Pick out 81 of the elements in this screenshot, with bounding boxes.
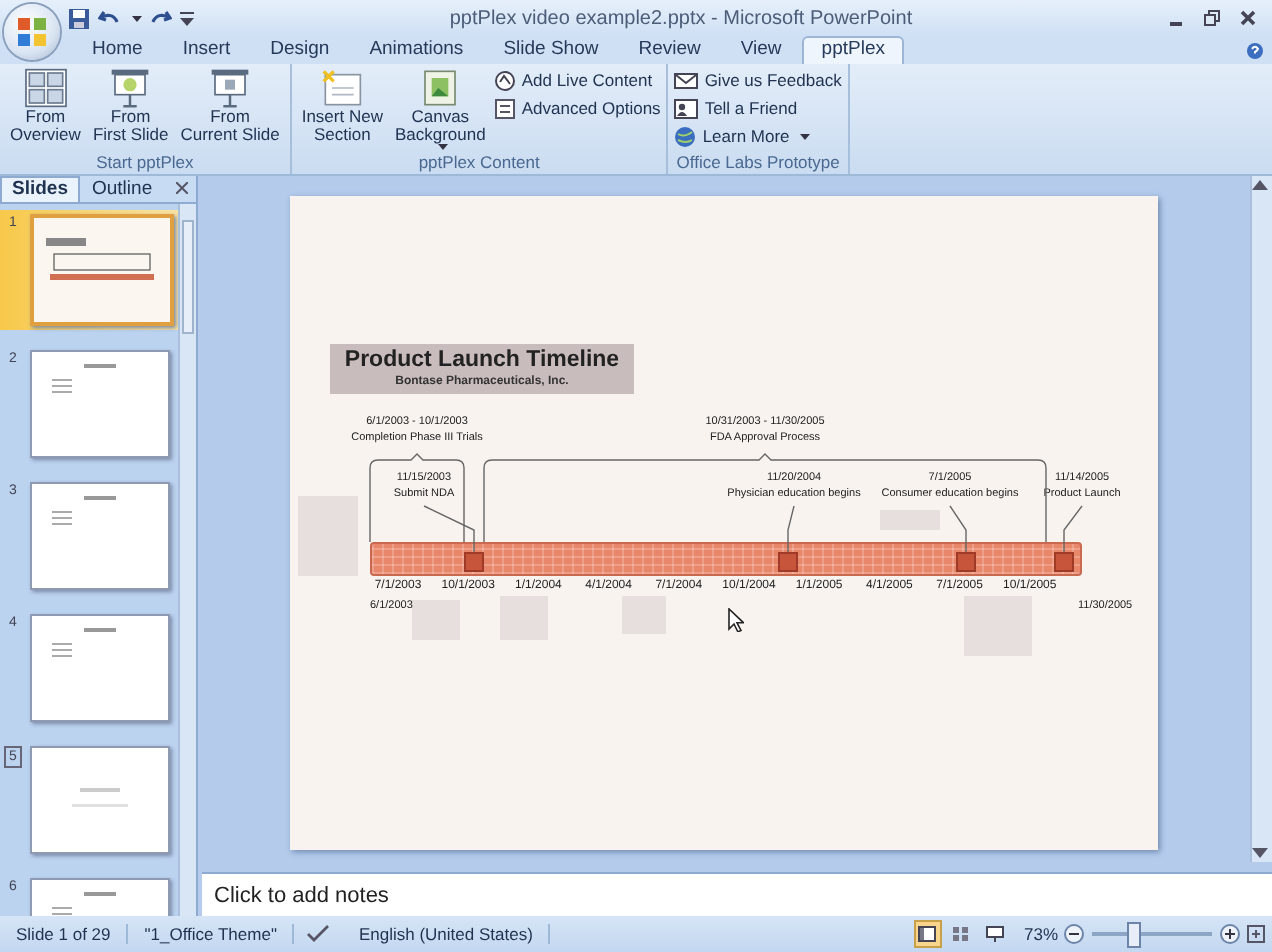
ribbon-tab[interactable]: Home (72, 36, 163, 64)
help-icon[interactable] (1246, 42, 1264, 60)
projector-screen-icon (108, 68, 153, 108)
milestone-marker (778, 552, 798, 572)
ribbon-tab[interactable]: Insert (162, 36, 251, 64)
slide-count: Slide 1 of 29 (0, 924, 129, 944)
ribbon-button[interactable]: Learn More (674, 126, 842, 148)
ribbon-button[interactable]: Insert New Section (297, 68, 387, 152)
redo-icon[interactable] (150, 7, 172, 29)
group-label: pptPlex Content (416, 152, 542, 174)
person-card-icon (674, 98, 699, 120)
leader-line (787, 505, 795, 553)
undo-menu-icon (132, 15, 142, 21)
new-section-icon (320, 68, 365, 108)
undo-icon[interactable] (98, 7, 120, 29)
ribbon-button[interactable]: Advanced Options (493, 98, 661, 120)
ribbon-tab[interactable]: View (720, 36, 802, 64)
scrollbar[interactable] (178, 204, 196, 916)
ribbon-tab[interactable]: Review (618, 36, 721, 64)
slide-thumbnail (30, 746, 170, 854)
slide-thumbnail (30, 482, 170, 590)
slide-thumbnail (30, 614, 170, 722)
save-icon[interactable] (68, 7, 90, 29)
projector-screen-icon (208, 68, 253, 108)
maximize-icon[interactable] (1204, 10, 1220, 26)
slide-thumbnail (30, 214, 174, 326)
ribbon-tab[interactable]: Animations (349, 36, 484, 64)
close-icon[interactable] (176, 182, 188, 194)
zoom-in-icon[interactable] (1220, 924, 1240, 944)
feedback-icon (674, 70, 699, 92)
group-label: Office Labs Prototype (674, 152, 842, 174)
ribbon-tab[interactable]: Slide Show (483, 36, 619, 64)
customize-icon[interactable] (180, 11, 194, 25)
panel-tab[interactable]: Outline (80, 176, 165, 202)
language[interactable]: English (United States) (342, 924, 551, 944)
view-button[interactable] (981, 920, 1010, 948)
notes-field[interactable]: Click to add notes (202, 872, 1272, 916)
fit-window-icon[interactable] (1246, 924, 1266, 944)
scroll-down-icon[interactable] (1252, 848, 1268, 858)
group-label: Start pptPlex (94, 152, 196, 174)
milestone-marker (1054, 552, 1074, 572)
ribbon-button[interactable]: From Overview (6, 68, 85, 152)
scrollbar[interactable] (1250, 176, 1272, 862)
normal-view-icon (918, 926, 937, 942)
ribbon-button[interactable]: Tell a Friend (674, 98, 842, 120)
ribbon-tab[interactable]: pptPlex (801, 36, 905, 64)
globe-icon (674, 126, 697, 148)
ribbon-button[interactable]: Canvas Background (390, 68, 490, 152)
slide-thumbnail (30, 350, 170, 458)
slideshow-view-icon (986, 926, 1005, 942)
spellcheck-icon[interactable] (306, 924, 331, 944)
office-button[interactable] (4, 4, 60, 60)
grid-icon (23, 68, 68, 108)
office-logo-icon (16, 16, 48, 48)
panel-tab[interactable]: Slides (0, 176, 80, 202)
ribbon-tab[interactable]: Design (250, 36, 350, 64)
caret-icon (437, 144, 448, 150)
milestone-marker (956, 552, 976, 572)
leader-line (1063, 505, 1083, 553)
close-icon[interactable] (1240, 10, 1256, 26)
leader-line (949, 505, 967, 553)
bracket (369, 453, 465, 543)
slide-title: Product Launch Timeline (344, 348, 620, 374)
theme-name: "1_Office Theme" (128, 924, 295, 944)
window-title: pptPlex video example2.pptx - Microsoft PowerPoint (447, 7, 915, 29)
sorter-view-icon (952, 926, 971, 942)
scroll-up-icon[interactable] (1252, 180, 1268, 190)
ribbon-button[interactable]: Add Live Content (493, 70, 661, 92)
leader-line (423, 505, 475, 553)
view-button[interactable] (913, 920, 942, 948)
ribbon-button[interactable]: From Current Slide (176, 68, 284, 152)
caret-icon (799, 134, 810, 140)
cursor-icon (728, 608, 744, 632)
ribbon-button[interactable]: Give us Feedback (674, 70, 842, 92)
ribbon-button[interactable]: From First Slide (88, 68, 173, 152)
options-icon (493, 98, 516, 120)
milestone-marker (464, 552, 484, 572)
zoom-out-icon[interactable] (1064, 924, 1084, 944)
zoom-level[interactable]: 73% (1017, 924, 1064, 944)
live-content-icon (493, 70, 516, 92)
slider-thumb[interactable] (1127, 921, 1141, 947)
